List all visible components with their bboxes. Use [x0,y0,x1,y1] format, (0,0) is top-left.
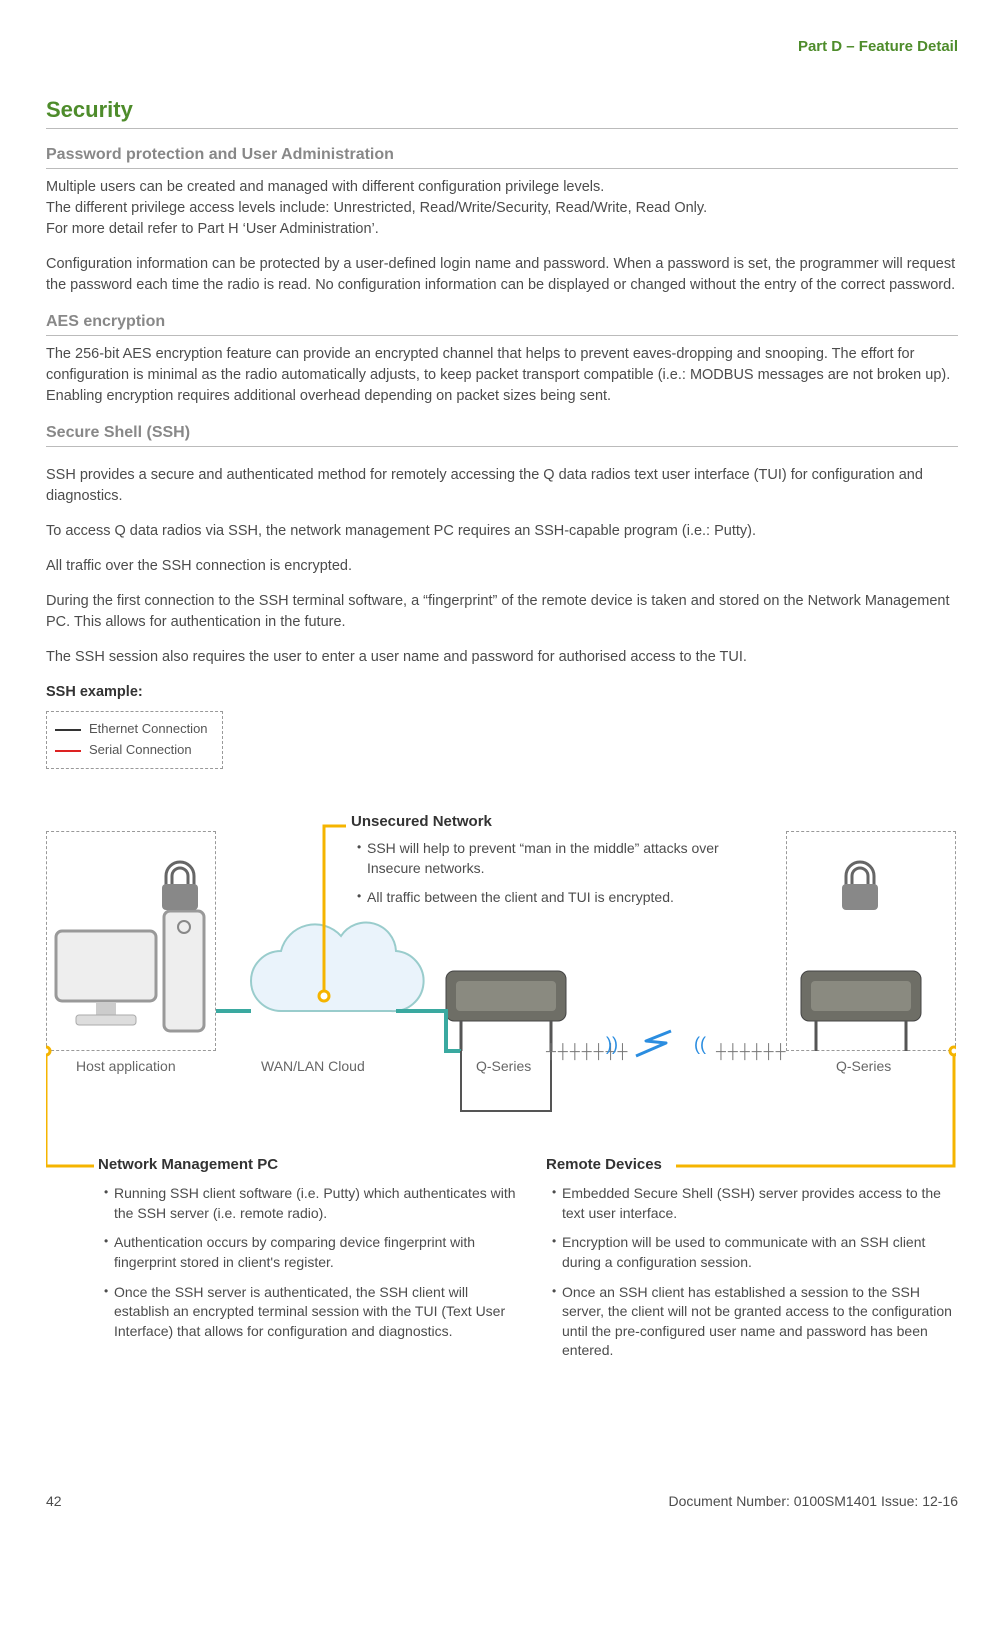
heading-password: Password protection and User Administrat… [46,143,958,169]
para: Configuration information can be protect… [46,254,958,296]
callout-remote: Remote Devices Embedded Secure Shell (SS… [546,1154,956,1371]
heading-ssh: Secure Shell (SSH) [46,421,958,447]
bullet: Authentication occurs by comparing devic… [104,1233,518,1272]
bullet: Once the SSH server is authenticated, th… [104,1283,518,1342]
label-host: Host application [76,1056,176,1076]
para: The 256-bit AES encryption feature can p… [46,344,958,407]
ssh-diagram: Ethernet Connection Serial Connection [46,711,956,1431]
bullet: SSH will help to prevent “man in the mid… [357,839,721,878]
part-header: Part D – Feature Detail [46,36,958,58]
label-cloud: WAN/LAN Cloud [261,1056,365,1076]
callout-nmpc: Network Management PC Running SSH client… [98,1154,518,1351]
para: All traffic over the SSH connection is e… [46,556,958,577]
callout-title: Network Management PC [98,1154,518,1176]
para: The SSH session also requires the user t… [46,647,958,668]
bullet: Embedded Secure Shell (SSH) server provi… [552,1184,956,1223]
heading-aes: AES encryption [46,310,958,336]
wave-icon: )) [606,1031,618,1057]
wave-icon: )) [694,1031,706,1057]
footer: 42 Document Number: 0100SM1401 Issue: 12… [46,1491,958,1511]
para: To access Q data radios via SSH, the net… [46,521,958,542]
ssh-example-label: SSH example: [46,682,958,703]
para: During the first connection to the SSH t… [46,591,958,633]
callout-unsecured: Unsecured Network SSH will help to preve… [351,811,721,918]
bullet: Once an SSH client has established a ses… [552,1283,956,1361]
para: For more detail refer to Part H ‘User Ad… [46,219,958,240]
doc-number: Document Number: 0100SM1401 Issue: 12-16 [669,1491,959,1511]
para: SSH provides a secure and authenticated … [46,465,958,507]
callout-title: Unsecured Network [351,811,721,833]
section-title: Security [46,94,958,129]
page-number: 42 [46,1491,62,1511]
bullet: All traffic between the client and TUI i… [357,888,721,908]
callout-title: Remote Devices [546,1154,956,1176]
label-qseries2: Q-Series [836,1056,891,1076]
bullet: Encryption will be used to communicate w… [552,1233,956,1272]
para: The different privilege access levels in… [46,198,958,219]
label-qseries1: Q-Series [476,1056,531,1076]
antenna-ticks: ┼┼┼┼┼┼ [716,1041,788,1061]
para: Multiple users can be created and manage… [46,177,958,198]
bullet: Running SSH client software (i.e. Putty)… [104,1184,518,1223]
